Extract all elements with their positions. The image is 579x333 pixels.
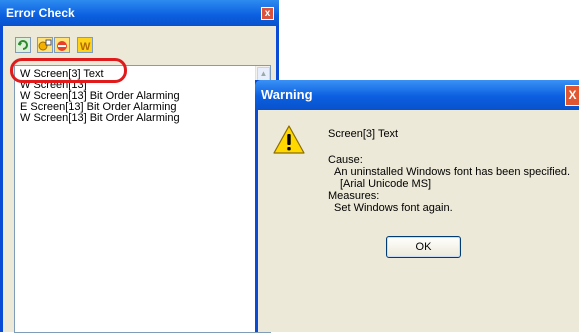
alarm-filter-icon[interactable]: [37, 37, 53, 53]
measures-label: Measures:: [328, 190, 380, 202]
warning-icon: [272, 124, 306, 156]
svg-text:W: W: [80, 41, 91, 52]
measures-text: Set Windows font again.: [334, 202, 453, 214]
warning-filter-icon[interactable]: W: [77, 37, 93, 53]
font-name: [Arial Unicode MS]: [340, 178, 432, 190]
highlight-annotation: [10, 58, 127, 83]
refresh-icon[interactable]: [15, 37, 31, 53]
close-icon[interactable]: X: [565, 85, 579, 106]
list-item[interactable]: W Screen[13] Bit Order Alarming: [20, 112, 180, 124]
ok-button[interactable]: OK: [386, 236, 461, 258]
warning-title: Warning: [261, 87, 313, 102]
cause-text: An uninstalled Windows font has been spe…: [334, 166, 571, 178]
error-filter-icon[interactable]: [54, 37, 70, 53]
scroll-up-icon[interactable]: ▲: [257, 67, 270, 81]
error-check-title-bar[interactable]: Error Check x: [0, 0, 279, 26]
warning-subject: Screen[3] Text: [328, 128, 399, 140]
warning-dialog: Warning X Screen[3] Text Cause: An unins…: [255, 80, 579, 332]
warning-body: Screen[3] Text Cause: An uninstalled Win…: [258, 110, 579, 332]
warning-title-bar[interactable]: Warning X: [255, 80, 579, 110]
close-icon[interactable]: x: [261, 7, 274, 20]
error-check-panel: Error Check x W W Screen[3] Text W Scree…: [0, 0, 279, 333]
error-check-title: Error Check: [6, 6, 75, 20]
error-list[interactable]: W Screen[3] Text W Screen[13] W Screen[1…: [14, 65, 271, 333]
cause-label: Cause:: [328, 154, 363, 166]
